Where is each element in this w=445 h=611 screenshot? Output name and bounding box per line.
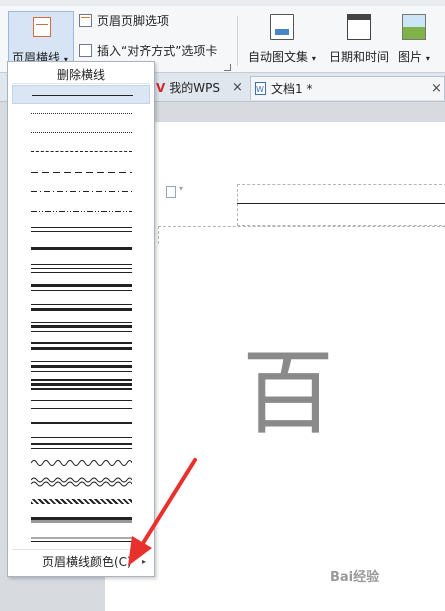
- line-style-dash-dot[interactable]: [12, 182, 150, 201]
- line-style-triple[interactable]: [12, 260, 150, 279]
- tab-document-label: 文档1 *: [271, 82, 313, 96]
- paragraph-options-icon[interactable]: [166, 184, 183, 198]
- line-style-diagonal-hatched[interactable]: [12, 493, 150, 512]
- header-footer-options-icon: [79, 14, 92, 27]
- header-rule: [237, 203, 445, 204]
- auto-text-button[interactable]: 自动图文集 ▾: [248, 14, 316, 65]
- submenu-arrow-icon: ▸: [142, 557, 147, 566]
- header-boundary: [158, 226, 445, 227]
- insert-align-tab-button[interactable]: 插入“对齐方式”选项卡: [79, 42, 217, 60]
- chevron-down-icon: ▾: [311, 54, 316, 63]
- header-line-color-item[interactable]: 页眉横线颜色(C) ▸: [8, 552, 154, 572]
- wavy-line-icon: [31, 460, 132, 466]
- menu-divider: [12, 83, 150, 84]
- header-footer-options-button[interactable]: 页眉页脚选项: [79, 12, 169, 30]
- line-style-engraved[interactable]: [12, 531, 150, 550]
- picture-icon: [401, 14, 426, 40]
- watermark: Bai经验: [330, 570, 380, 585]
- picture-button[interactable]: 图片 ▾: [398, 14, 430, 65]
- line-style-double-wavy[interactable]: [12, 473, 150, 492]
- header-line-dropdown: 删除横线 页眉横线颜色(C) ▸: [7, 61, 155, 577]
- header-line-icon: [33, 17, 51, 37]
- line-style-thick-bar[interactable]: [12, 337, 150, 356]
- line-style-thin-thick[interactable]: [12, 299, 150, 318]
- line-style-dashed-long[interactable]: [12, 163, 150, 182]
- line-style-wavy[interactable]: [12, 454, 150, 473]
- close-icon[interactable]: ×: [232, 76, 243, 100]
- line-style-thin-thick-thin[interactable]: [12, 357, 150, 376]
- tab-my-wps[interactable]: V 我的WPS ×: [156, 76, 246, 100]
- line-style-thick-thin[interactable]: [12, 279, 150, 298]
- date-time-label: 日期和时间: [329, 50, 390, 64]
- header-footer-options-label: 页眉页脚选项: [97, 14, 170, 28]
- date-time-button[interactable]: 日期和时间: [329, 14, 389, 65]
- line-style-triple-heavy[interactable]: [12, 376, 150, 395]
- calendar-icon: [347, 14, 371, 40]
- line-style-dashed-short[interactable]: [12, 143, 150, 162]
- line-style-double-thin[interactable]: [12, 221, 150, 240]
- tab-my-wps-label: 我的WPS: [169, 81, 221, 95]
- menu-divider: [12, 549, 150, 550]
- dialog-launcher-icon[interactable]: [224, 64, 231, 71]
- insert-tab-icon: [79, 44, 92, 57]
- picture-label: 图片: [398, 50, 423, 64]
- line-style-dotted[interactable]: [12, 124, 150, 143]
- line-style-thin-thick-spaced[interactable]: [12, 434, 150, 453]
- insert-align-tab-label: 插入“对齐方式”选项卡: [97, 44, 218, 58]
- line-style-single-thin[interactable]: [12, 85, 150, 104]
- delete-line-item[interactable]: 删除横线: [8, 66, 154, 83]
- close-icon[interactable]: ×: [431, 77, 442, 101]
- chevron-down-icon: ▾: [425, 54, 430, 63]
- ribbon-separator: [237, 16, 238, 66]
- line-style-embossed[interactable]: [12, 512, 150, 531]
- document-big-char: 百: [242, 340, 335, 447]
- document-icon: [255, 78, 266, 102]
- line-style-thick[interactable]: [12, 240, 150, 259]
- tab-document[interactable]: 文档1 * ×: [250, 76, 445, 102]
- header-boundary-corner: [158, 226, 159, 244]
- line-style-dotted-fine[interactable]: [12, 105, 150, 124]
- auto-text-label: 自动图文集: [248, 50, 309, 64]
- header-area[interactable]: [237, 184, 445, 226]
- header-line-color-label: 页眉横线颜色(C): [42, 555, 132, 569]
- line-style-dash-dot-dot[interactable]: [12, 202, 150, 221]
- line-style-single-thick[interactable]: [12, 415, 150, 434]
- line-style-double-spaced[interactable]: [12, 396, 150, 415]
- wps-logo-icon: V: [156, 81, 166, 95]
- double-wavy-line-icon: [31, 477, 132, 487]
- auto-text-icon: [269, 14, 294, 40]
- line-style-thick-thin-double[interactable]: [12, 318, 150, 337]
